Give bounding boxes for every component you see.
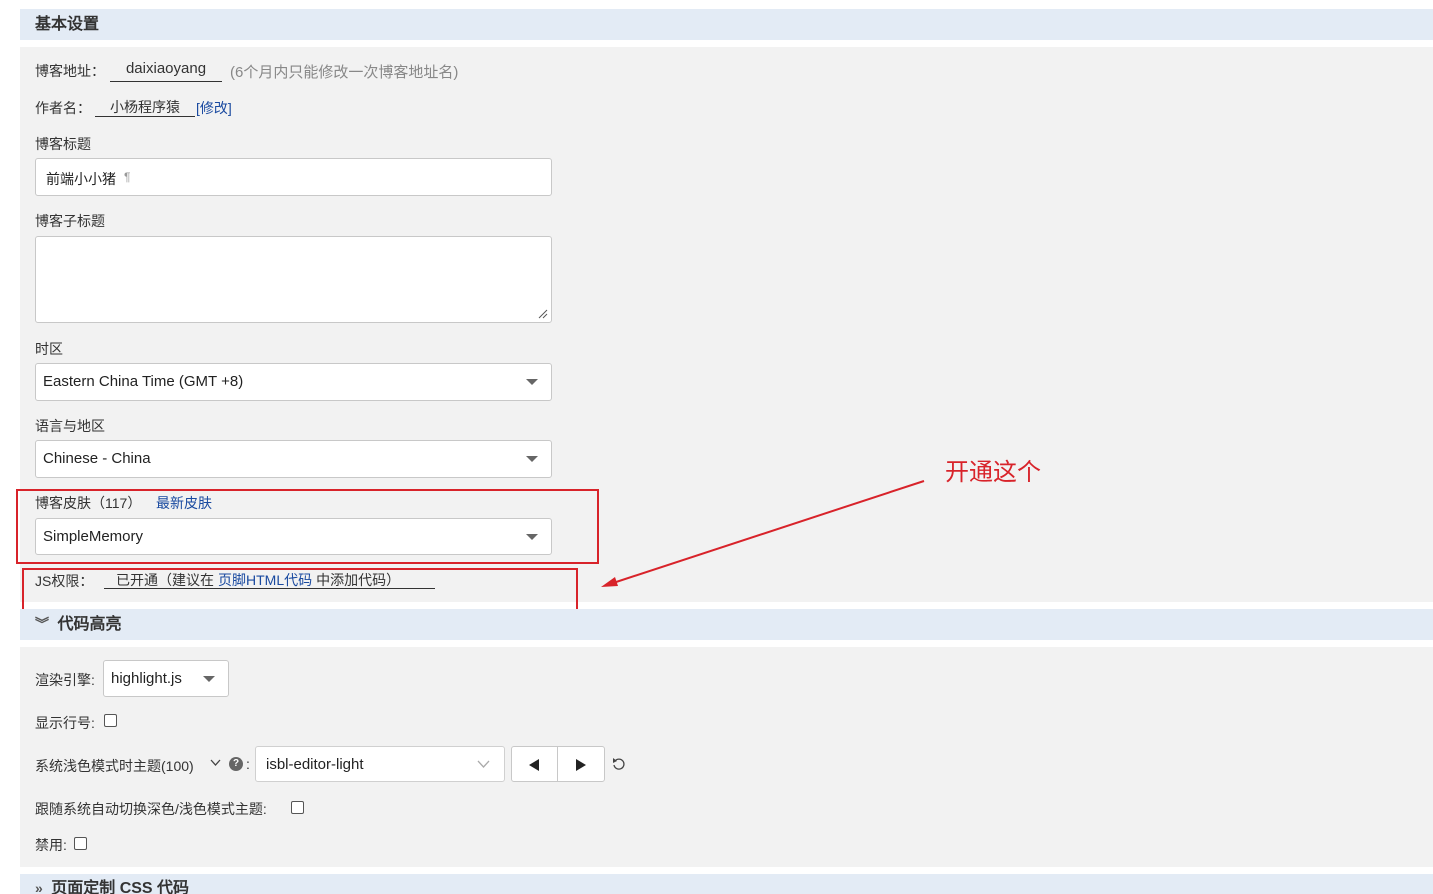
line-numbers-label: 显示行号: <box>35 715 95 731</box>
basic-settings-header[interactable]: 基本设置 <box>20 9 1433 40</box>
author-edit-link[interactable]: [修改] <box>196 98 232 118</box>
locale-select[interactable]: Chinese - China <box>35 440 552 478</box>
blog-address-value: daixiaoyang <box>110 60 222 82</box>
auto-switch-checkbox[interactable] <box>291 801 304 814</box>
light-theme-select[interactable]: isbl-editor-light <box>255 746 505 782</box>
render-engine-label: 渲染引擎: <box>35 672 95 688</box>
chevron-down-icon <box>526 379 538 385</box>
blog-title-value: 前端小小猪 <box>46 171 116 187</box>
blog-address-note: (6个月内只能修改一次博客地址名) <box>230 64 459 81</box>
blog-title-label: 博客标题 <box>35 136 91 152</box>
colon-separator: : <box>246 756 250 772</box>
locale-value: Chinese - China <box>43 450 151 467</box>
light-theme-value: isbl-editor-light <box>266 756 364 773</box>
triangle-right-icon <box>576 759 586 771</box>
double-chevron-right-icon: » <box>35 880 43 894</box>
code-highlight-title: 代码高亮 <box>57 616 122 633</box>
locale-label: 语言与地区 <box>35 418 105 434</box>
text-cursor-icon: ¶ <box>124 170 131 184</box>
skin-highlight-box <box>16 489 599 564</box>
reset-icon[interactable] <box>612 757 625 771</box>
chevron-down-icon <box>477 760 490 768</box>
basic-settings-title: 基本设置 <box>35 16 100 33</box>
blog-address-label: 博客地址： <box>35 63 105 79</box>
custom-css-header[interactable]: » 页面定制 CSS 代码 <box>20 874 1433 894</box>
author-value: 小杨程序猿 <box>95 97 195 117</box>
render-engine-value: highlight.js <box>111 670 182 687</box>
resize-handle-icon[interactable] <box>538 309 548 319</box>
timezone-value: Eastern China Time (GMT +8) <box>43 373 244 390</box>
blog-subtitle-label: 博客子标题 <box>35 213 105 229</box>
help-icon[interactable]: ? <box>229 757 243 771</box>
next-theme-button[interactable] <box>557 746 605 782</box>
disable-label: 禁用: <box>35 837 67 853</box>
auto-switch-label: 跟随系统自动切换深色/浅色模式主题: <box>35 801 267 817</box>
triangle-left-icon <box>529 759 539 771</box>
custom-css-title: 页面定制 CSS 代码 <box>51 880 190 894</box>
line-numbers-checkbox[interactable] <box>104 714 117 727</box>
author-label: 作者名： <box>35 100 91 116</box>
light-theme-label: 系统浅色模式时主题(100) <box>35 758 194 774</box>
annotation-text: 开通这个 <box>945 459 1041 486</box>
timezone-label: 时区 <box>35 341 63 357</box>
render-engine-select[interactable]: highlight.js <box>103 660 229 697</box>
disable-checkbox[interactable] <box>74 837 87 850</box>
double-chevron-down-icon: ︾ <box>35 616 49 632</box>
annotation-arrow <box>601 480 925 587</box>
chevron-down-icon[interactable] <box>210 759 221 767</box>
chevron-down-icon <box>203 676 215 682</box>
js-highlight-box <box>22 568 578 613</box>
chevron-down-icon <box>526 456 538 462</box>
blog-subtitle-textarea[interactable] <box>35 236 552 323</box>
timezone-select[interactable]: Eastern China Time (GMT +8) <box>35 363 552 401</box>
blog-title-input[interactable]: 前端小小猪 ¶ <box>35 158 552 196</box>
prev-theme-button[interactable] <box>511 746 558 782</box>
code-highlight-header[interactable]: ︾ 代码高亮 <box>20 609 1433 640</box>
